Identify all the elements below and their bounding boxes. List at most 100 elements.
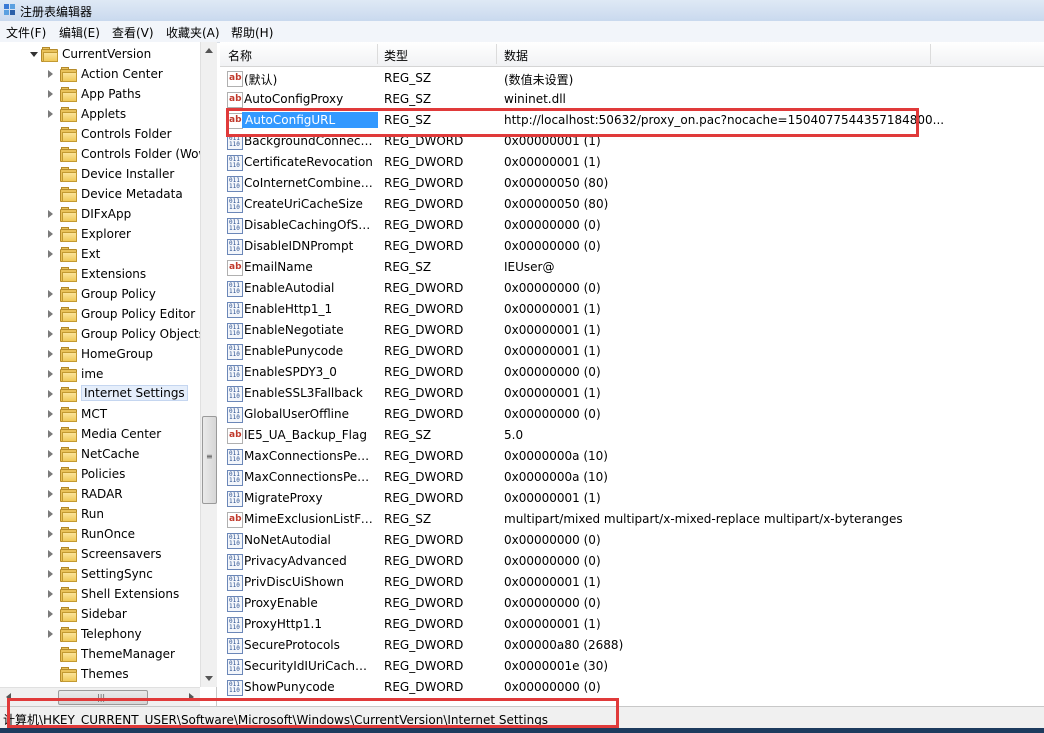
expand-arrow-icon[interactable] [48, 490, 53, 498]
value-row[interactable]: 011 110 EnableAutodial REG_DWORD 0x00000000 … [220, 278, 1044, 299]
tree-item-device-installer[interactable]: Device Installer [0, 164, 200, 184]
scroll-thumb[interactable]: ≡ [202, 416, 217, 504]
value-row[interactable]: 011 110 NoNetAutodial REG_DWORD 0x00000000 (… [220, 530, 1044, 551]
value-row[interactable]: 011 110 CreateUriCacheSize REG_DWORD 0x00000… [220, 194, 1044, 215]
tree-item-themes[interactable]: Themes [0, 664, 200, 684]
collapse-arrow-icon[interactable] [30, 52, 38, 57]
value-row[interactable]: 011 110 ProxyHttp1.1 REG_DWORD 0x00000001 (1… [220, 614, 1044, 635]
menu-file[interactable]: 文件(F) [6, 24, 46, 41]
tree-item-homegroup[interactable]: HomeGroup [0, 344, 200, 364]
tree-vertical-scrollbar[interactable]: ≡ [200, 42, 217, 687]
expand-arrow-icon[interactable] [48, 510, 53, 518]
value-row[interactable]: 011 110 DisableIDNPrompt REG_DWORD 0x0000000… [220, 236, 1044, 257]
tree-item-ext[interactable]: Ext [0, 244, 200, 264]
tree-item-currentversion[interactable]: CurrentVersion [0, 44, 200, 64]
value-row[interactable]: 011 110 PrivacyAdvanced REG_DWORD 0x00000000… [220, 551, 1044, 572]
tree-item-screensavers[interactable]: Screensavers [0, 544, 200, 564]
value-row[interactable]: 011 110 EnableSSL3Fallback REG_DWORD 0x00000… [220, 383, 1044, 404]
tree-item-run[interactable]: Run [0, 504, 200, 524]
value-row[interactable]: 011 110 PrivDiscUiShown REG_DWORD 0x00000001… [220, 572, 1044, 593]
value-row[interactable]: ab MimeExclusionListFo... REG_SZ multipart/… [220, 509, 1044, 530]
expand-arrow-icon[interactable] [48, 350, 53, 358]
expand-arrow-icon[interactable] [48, 90, 53, 98]
scroll-up-icon[interactable] [205, 48, 213, 53]
dword-value-icon: 011 110 [227, 344, 243, 360]
tree-item-controls-folder-wow[interactable]: Controls Folder (Wow [0, 144, 208, 164]
tree-item-shell-extensions[interactable]: Shell Extensions [0, 584, 200, 604]
expand-arrow-icon[interactable] [48, 450, 53, 458]
tree-item-action-center[interactable]: Action Center [0, 64, 200, 84]
value-row[interactable]: 011 110 MaxConnectionsPer1... REG_DWORD 0x00… [220, 446, 1044, 467]
tree-item-group-policy-objects[interactable]: Group Policy Objects [0, 324, 205, 344]
value-row[interactable]: 011 110 MaxConnectionsPerS... REG_DWORD 0x00… [220, 467, 1044, 488]
tree-item-difxapp[interactable]: DIFxApp [0, 204, 200, 224]
expand-arrow-icon[interactable] [48, 230, 53, 238]
column-type[interactable]: 类型 [384, 47, 408, 64]
value-row[interactable]: 011 110 DisableCachingOfSSL... REG_DWORD 0x0… [220, 215, 1044, 236]
scroll-down-icon[interactable] [205, 676, 213, 681]
expand-arrow-icon[interactable] [48, 570, 53, 578]
value-row[interactable]: 011 110 MigrateProxy REG_DWORD 0x00000001 (1… [220, 488, 1044, 509]
tree-item-policies[interactable]: Policies [0, 464, 200, 484]
menu-edit[interactable]: 编辑(E) [59, 24, 100, 41]
value-data: 0x00000001 (1) [504, 323, 601, 337]
expand-arrow-icon[interactable] [48, 70, 53, 78]
tree-item-label: RunOnce [81, 527, 136, 541]
tree-item-radar[interactable]: RADAR [0, 484, 200, 504]
tree-item-runonce[interactable]: RunOnce [0, 524, 200, 544]
tree-item-mct[interactable]: MCT [0, 404, 200, 424]
tree-item-ime[interactable]: ime [0, 364, 200, 384]
menu-favorites[interactable]: 收藏夹(A) [166, 24, 220, 41]
value-row[interactable]: 011 110 EnablePunycode REG_DWORD 0x00000001 … [220, 341, 1044, 362]
expand-arrow-icon[interactable] [48, 330, 53, 338]
column-name[interactable]: 名称 [228, 47, 252, 64]
tree-item-explorer[interactable]: Explorer [0, 224, 200, 244]
value-row[interactable]: 011 110 SecurityIdIUriCacheSi... REG_DWORD 0… [220, 656, 1044, 677]
column-data[interactable]: 数据 [504, 47, 528, 64]
value-row[interactable]: ab (默认) REG_SZ (数值未设置) [220, 68, 1044, 89]
value-row[interactable]: 011 110 CoInternetCombineI... REG_DWORD 0x00… [220, 173, 1044, 194]
tree-item-sidebar[interactable]: Sidebar [0, 604, 200, 624]
expand-arrow-icon[interactable] [48, 390, 53, 398]
expand-arrow-icon[interactable] [48, 210, 53, 218]
value-row[interactable]: 011 110 EnableHttp1_1 REG_DWORD 0x00000001 (… [220, 299, 1044, 320]
tree-item-controls-folder[interactable]: Controls Folder [0, 124, 200, 144]
tree-item-applets[interactable]: Applets [0, 104, 200, 124]
value-row[interactable]: ab IE5_UA_Backup_Flag REG_SZ 5.0 [220, 425, 1044, 446]
expand-arrow-icon[interactable] [48, 590, 53, 598]
tree-item-netcache[interactable]: NetCache [0, 444, 200, 464]
expand-arrow-icon[interactable] [48, 370, 53, 378]
expand-arrow-icon[interactable] [48, 470, 53, 478]
tree-item-thememanager[interactable]: ThemeManager [0, 644, 200, 664]
expand-arrow-icon[interactable] [48, 430, 53, 438]
tree-item-group-policy-editor[interactable]: Group Policy Editor [0, 304, 200, 324]
value-row[interactable]: 011 110 GlobalUserOffline REG_DWORD 0x000000… [220, 404, 1044, 425]
value-row[interactable]: 011 110 EnableNegotiate REG_DWORD 0x00000001… [220, 320, 1044, 341]
tree-item-internet-settings[interactable]: Internet Settings [0, 384, 200, 404]
expand-arrow-icon[interactable] [48, 110, 53, 118]
tree-item-group-policy[interactable]: Group Policy [0, 284, 200, 304]
tree-item-device-metadata[interactable]: Device Metadata [0, 184, 200, 204]
value-row[interactable]: 011 110 EnableSPDY3_0 REG_DWORD 0x00000000 (… [220, 362, 1044, 383]
value-row[interactable]: 011 110 CertificateRevocation REG_DWORD 0x00… [220, 152, 1044, 173]
tree-item-settingsync[interactable]: SettingSync [0, 564, 200, 584]
expand-arrow-icon[interactable] [48, 610, 53, 618]
expand-arrow-icon[interactable] [48, 630, 53, 638]
value-row[interactable]: 011 110 SecureProtocols REG_DWORD 0x00000a80… [220, 635, 1044, 656]
expand-arrow-icon[interactable] [48, 410, 53, 418]
value-row[interactable]: 011 110 ShowPunycode REG_DWORD 0x00000000 (0… [220, 677, 1044, 698]
menu-help[interactable]: 帮助(H) [231, 24, 273, 41]
expand-arrow-icon[interactable] [48, 250, 53, 258]
tree-item-app-paths[interactable]: App Paths [0, 84, 200, 104]
expand-arrow-icon[interactable] [48, 290, 53, 298]
tree-item-extensions[interactable]: Extensions [0, 264, 200, 284]
tree-item-media-center[interactable]: Media Center [0, 424, 200, 444]
value-row[interactable]: 011 110 ProxyEnable REG_DWORD 0x00000000 (0) [220, 593, 1044, 614]
tree-item-telephony[interactable]: Telephony [0, 624, 200, 644]
expand-arrow-icon[interactable] [48, 310, 53, 318]
expand-arrow-icon[interactable] [48, 550, 53, 558]
expand-arrow-icon[interactable] [48, 530, 53, 538]
menu-view[interactable]: 查看(V) [112, 24, 154, 41]
value-row[interactable]: ab EmailName REG_SZ IEUser@ [220, 257, 1044, 278]
value-row[interactable]: ab AutoConfigProxy REG_SZ wininet.dll [220, 89, 1044, 110]
